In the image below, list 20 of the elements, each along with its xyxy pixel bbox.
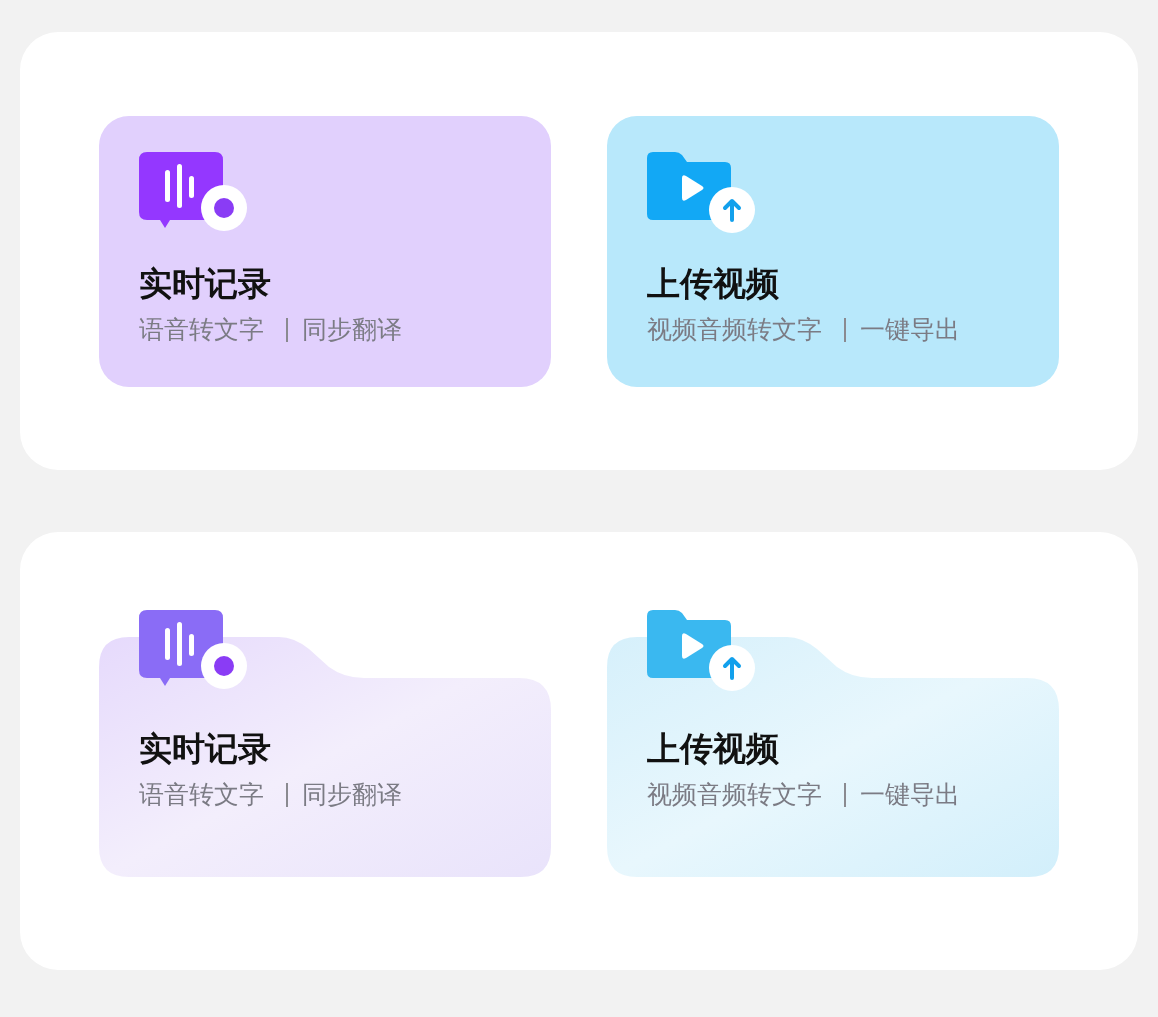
card-title: 上传视频	[647, 728, 780, 770]
feature-text: 同步翻译	[302, 314, 402, 346]
feature-text: 视频音频转文字	[647, 314, 822, 346]
video-upload-icon	[647, 610, 757, 692]
folder-card[interactable]	[607, 637, 1059, 877]
feature-text: 同步翻译	[302, 779, 402, 811]
voice-message-icon	[139, 152, 249, 234]
feature-card[interactable]: 实时记录 语音转文字 同步翻译	[99, 116, 551, 387]
card-title: 上传视频	[647, 263, 780, 305]
feature-text: 视频音频转文字	[647, 779, 822, 811]
card-title: 实时记录	[139, 263, 272, 305]
voice-message-icon	[139, 610, 249, 692]
feature-text: 一键导出	[860, 779, 960, 811]
video-upload-icon	[647, 152, 757, 234]
card-title: 实时记录	[139, 728, 272, 770]
feature-text: 语音转文字	[139, 314, 264, 346]
feature-text: 语音转文字	[139, 779, 264, 811]
feature-text: 一键导出	[860, 314, 960, 346]
feature-card[interactable]: 上传视频 视频音频转文字 一键导出	[607, 116, 1059, 387]
folder-card[interactable]	[99, 637, 551, 877]
